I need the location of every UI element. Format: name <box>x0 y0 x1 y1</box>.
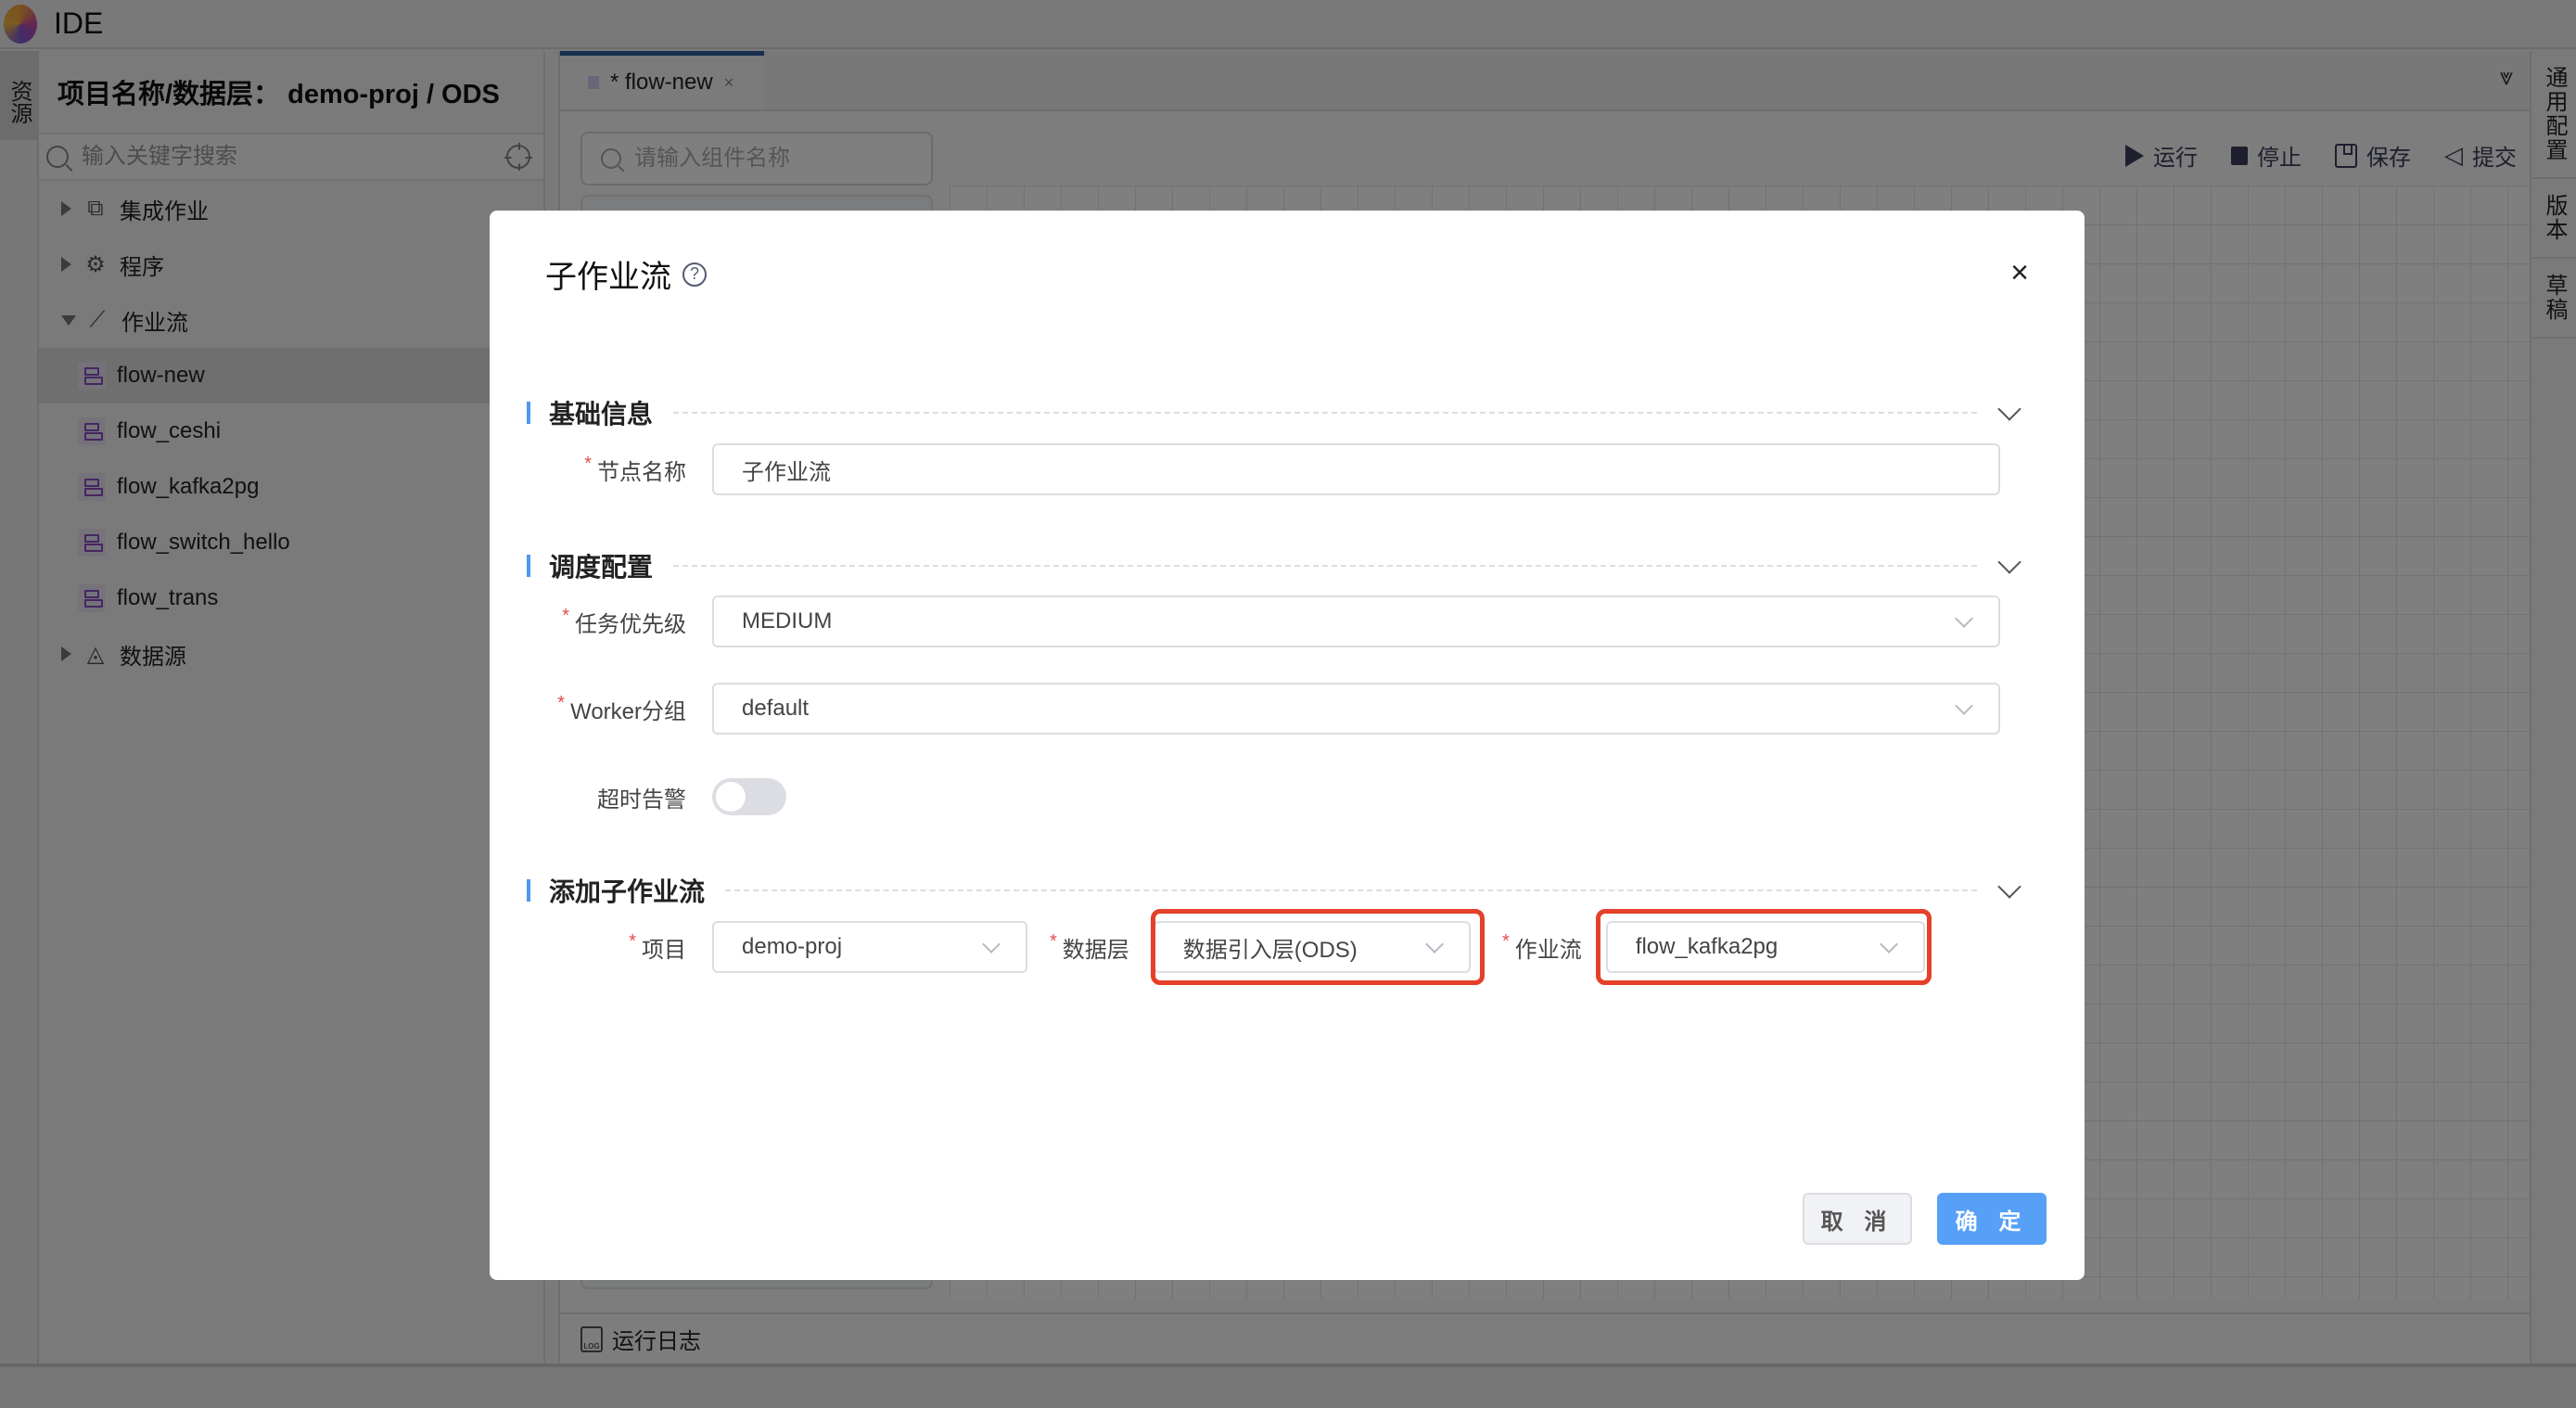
label-text: 项目 <box>642 937 686 963</box>
label-text: 作业流 <box>1514 937 1582 963</box>
node-name-label: * 节点名称 <box>527 454 686 486</box>
section-marker <box>527 879 530 902</box>
select-value: demo-proj <box>742 934 843 959</box>
timeout-alert-toggle[interactable] <box>712 778 786 815</box>
section-title: 添加子作业流 <box>549 877 706 906</box>
close-icon[interactable]: × <box>2010 257 2029 288</box>
select-value: MEDIUM <box>742 608 833 634</box>
section-title: 基础信息 <box>549 400 654 429</box>
data-layer-label: * 数据层 <box>1050 931 1129 964</box>
required-mark: * <box>629 930 636 952</box>
node-name-input[interactable]: 子作业流 <box>712 443 2000 495</box>
timeout-alert-label: 超时告警 <box>597 787 686 813</box>
worker-group-label: * Worker分组 <box>527 693 686 725</box>
dialog-title: 子作业流 ? <box>545 251 707 297</box>
section-divider <box>725 890 1977 891</box>
project-select[interactable]: demo-proj <box>712 921 1027 973</box>
workflow-label: * 作业流 <box>1502 931 1582 964</box>
required-mark: * <box>562 605 569 626</box>
chevron-down-icon <box>982 935 1001 954</box>
section-divider <box>673 412 1977 414</box>
field-timeout-alert: 超时告警 <box>527 778 786 815</box>
label-text: 数据层 <box>1062 937 1129 963</box>
input-value: 子作业流 <box>742 459 831 485</box>
data-layer-highlight <box>1151 909 1485 985</box>
chevron-down-icon[interactable] <box>1997 397 2021 421</box>
required-mark: * <box>1502 930 1510 952</box>
workflow-highlight <box>1596 909 1932 985</box>
required-mark: * <box>1050 930 1057 952</box>
dialog-title-text: 子作业流 <box>545 260 671 295</box>
section-basic-info: 基础信息 <box>527 394 2029 431</box>
field-node-name: * 节点名称 子作业流 <box>527 443 2000 495</box>
field-priority: * 任务优先级 MEDIUM <box>527 595 2000 647</box>
field-project: * 项目 demo-proj <box>527 921 1027 973</box>
select-value: default <box>742 696 810 721</box>
section-schedule-config: 调度配置 <box>527 547 2029 584</box>
confirm-button[interactable]: 确 定 <box>1937 1193 2047 1245</box>
label-text: 节点名称 <box>597 459 686 485</box>
help-icon[interactable]: ? <box>682 262 707 287</box>
required-mark: * <box>584 453 592 474</box>
chevron-down-icon <box>1955 697 1973 715</box>
chevron-down-icon[interactable] <box>1997 875 2021 899</box>
label-text: 任务优先级 <box>575 611 686 637</box>
section-divider <box>673 565 1977 567</box>
worker-group-select[interactable]: default <box>712 683 2000 735</box>
chevron-down-icon <box>1955 609 1973 628</box>
chevron-down-icon[interactable] <box>1997 550 2021 574</box>
priority-select[interactable]: MEDIUM <box>712 595 2000 647</box>
section-marker <box>527 402 530 424</box>
project-label: * 项目 <box>527 931 686 964</box>
section-title: 调度配置 <box>549 553 654 582</box>
required-mark: * <box>557 692 566 713</box>
field-worker-group: * Worker分组 default <box>527 683 2000 735</box>
section-marker <box>527 555 530 577</box>
subflow-dialog: 子作业流 ? × 基础信息 * 节点名称 子作业流 调度配置 * 任务优先级 MED… <box>490 211 2085 1280</box>
priority-label: * 任务优先级 <box>527 606 686 638</box>
section-add-subflow: 添加子作业流 <box>527 872 2029 909</box>
cancel-button[interactable]: 取 消 <box>1803 1193 1912 1245</box>
label-text: Worker分组 <box>570 698 686 724</box>
